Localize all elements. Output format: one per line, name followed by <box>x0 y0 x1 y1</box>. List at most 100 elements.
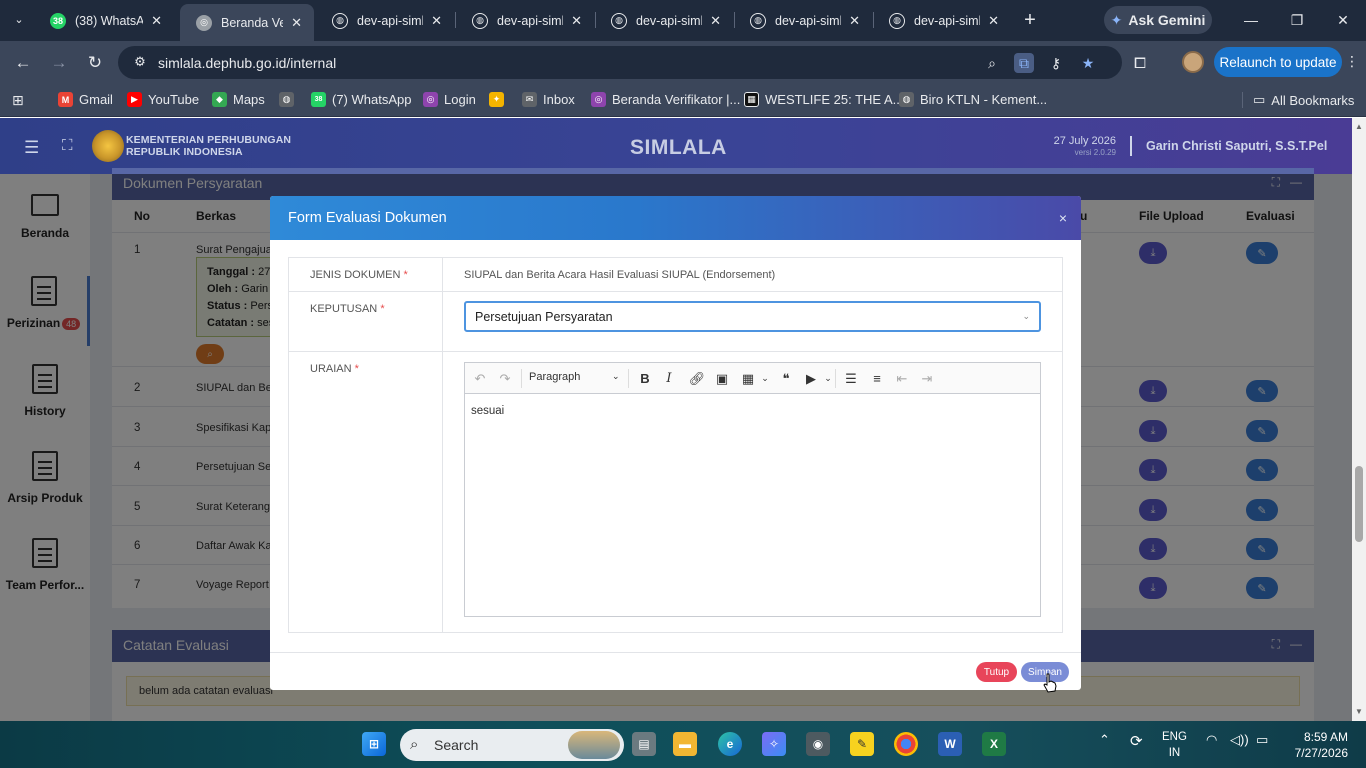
globe-icon: ◍ <box>472 12 488 29</box>
link-icon[interactable]: 🔗︎ <box>688 370 706 387</box>
keputusan-select[interactable]: Persetujuan Persyaratan ⌄ <box>464 301 1041 332</box>
back-arrow-icon[interactable]: ← <box>11 51 35 75</box>
globe-icon: ◍ <box>889 12 905 29</box>
all-bookmarks[interactable]: ▭ All Bookmarks <box>1242 92 1354 108</box>
modal-close-icon[interactable]: × <box>1059 210 1067 226</box>
task-view-icon[interactable]: ▤ <box>632 732 656 756</box>
minimize-icon[interactable]: — <box>1228 0 1274 40</box>
italic-icon[interactable]: I <box>660 370 678 387</box>
bookmark-star-icon[interactable]: ★ <box>1078 53 1098 73</box>
tab-beranda-verifikator[interactable]: ◎ Beranda Verifikator ✕ <box>180 4 314 41</box>
bookmark-globe[interactable]: ◍ <box>279 92 294 107</box>
keputusan-selected-value: Persetujuan Persyaratan <box>475 310 613 324</box>
media-embed-icon[interactable]: ▶ <box>802 370 820 387</box>
close-tab-icon[interactable]: ✕ <box>710 13 721 29</box>
outdent-icon[interactable]: ⇤ <box>893 370 911 387</box>
ask-gemini-label: Ask Gemini <box>1128 12 1206 28</box>
excel-icon[interactable]: X <box>982 732 1006 756</box>
uraian-rich-text-editor[interactable]: ↶ ↷ Paragraph ⌄ B I 🔗︎ ▣ ▦ ⌄ ❝ ▶ ⌄ ☰ ≡ ⇤… <box>464 362 1041 617</box>
tab-whatsapp[interactable]: 38 (38) WhatsApp ✕ <box>34 0 174 41</box>
input-language-indicator[interactable]: ENG IN <box>1162 729 1187 761</box>
close-tab-icon[interactable]: ✕ <box>291 15 302 31</box>
bookmark-whatsapp[interactable]: 38 (7) WhatsApp <box>311 92 411 107</box>
copilot-icon[interactable]: ✧ <box>762 732 786 756</box>
edge-browser-icon[interactable]: e <box>718 732 742 756</box>
bookmark-gmail[interactable]: M Gmail <box>58 92 113 107</box>
address-bar[interactable]: ⚙ simlala.dephub.go.id/internal ⌕ ⧉ ⚷ ★ <box>118 46 1122 79</box>
redo-icon[interactable]: ↷ <box>496 370 514 387</box>
paragraph-style-dropdown[interactable]: Paragraph <box>529 371 580 383</box>
hamburger-menu-icon[interactable]: ☰ <box>24 138 39 158</box>
password-key-icon[interactable]: ⚷ <box>1046 53 1066 73</box>
bookmark-westlife[interactable]: ▦ WESTLIFE 25: THE A... <box>744 92 903 107</box>
forward-arrow-icon[interactable]: → <box>47 51 71 75</box>
file-explorer-icon[interactable]: ▬ <box>673 732 697 756</box>
language-code: ENG <box>1162 731 1187 743</box>
system-clock[interactable]: 8:59 AM 7/27/2026 <box>1290 729 1348 761</box>
close-tab-icon[interactable]: ✕ <box>571 13 582 29</box>
tab-title: dev-api-simlala <box>357 13 423 28</box>
close-tab-icon[interactable]: ✕ <box>431 13 442 29</box>
globe-icon: ◍ <box>899 92 914 107</box>
close-tab-icon[interactable]: ✕ <box>849 13 860 29</box>
profile-avatar[interactable] <box>1182 51 1204 73</box>
bookmark-login[interactable]: ◎ Login <box>423 92 476 107</box>
show-hidden-icons-chevron-icon[interactable]: ⌃ <box>1099 732 1110 748</box>
sticky-notes-icon[interactable]: ✎ <box>850 732 874 756</box>
numbered-list-icon[interactable]: ≡ <box>868 370 886 387</box>
close-window-icon[interactable]: ✕ <box>1320 0 1366 40</box>
relaunch-to-update-button[interactable]: Relaunch to update <box>1214 47 1342 77</box>
tab-dev-api-3[interactable]: ◍ dev-api-simlala ✕ <box>595 0 733 41</box>
volume-icon[interactable]: ◁)) <box>1230 732 1249 748</box>
wifi-icon[interactable]: ◠ <box>1206 732 1217 748</box>
tab-dev-api-5[interactable]: ◍ dev-api-simlala ✕ <box>873 0 1011 41</box>
apps-grid-icon[interactable]: ⊞ <box>12 92 24 109</box>
sync-status-icon[interactable]: ⟳ <box>1130 732 1143 750</box>
extensions-puzzle-icon[interactable]: ⧠ <box>1128 51 1152 75</box>
table-icon[interactable]: ▦ <box>739 370 757 387</box>
tutup-button[interactable]: Tutup <box>976 662 1017 682</box>
bookmark-label: Gmail <box>79 92 113 107</box>
restore-icon[interactable]: ❐ <box>1274 0 1320 40</box>
site-info-icon[interactable]: ⚙ <box>132 54 148 70</box>
tab-dev-api-4[interactable]: ◍ dev-api-simlala ✕ <box>734 0 872 41</box>
page-scrollbar[interactable]: ▲ ▼ <box>1352 118 1366 721</box>
user-name[interactable]: Garin Christi Saputri, S.S.T.Pel <box>1146 139 1327 153</box>
indent-icon[interactable]: ⇥ <box>918 370 936 387</box>
undo-icon[interactable]: ↶ <box>471 370 489 387</box>
tab-search-chevron-icon[interactable]: ⌄ <box>8 8 30 30</box>
close-tab-icon[interactable]: ✕ <box>988 13 999 29</box>
scroll-down-icon[interactable]: ▼ <box>1354 707 1364 716</box>
reload-icon[interactable]: ↻ <box>83 51 107 75</box>
scroll-up-icon[interactable]: ▲ <box>1354 122 1364 131</box>
fullscreen-icon[interactable]: ⛶ <box>62 137 73 154</box>
word-icon[interactable]: W <box>938 732 962 756</box>
uraian-text[interactable]: sesuai <box>471 405 504 417</box>
bookmark-beranda-verifikator[interactable]: ◎ Beranda Verifikator |... <box>591 92 740 107</box>
bold-icon[interactable]: B <box>636 370 654 387</box>
ask-gemini-button[interactable]: ✦ Ask Gemini <box>1104 6 1212 34</box>
tab-dev-api-1[interactable]: ◍ dev-api-simlala ✕ <box>316 0 454 41</box>
globe-icon: ◍ <box>279 92 294 107</box>
cast-icon[interactable]: ⧉ <box>1014 53 1034 73</box>
bulleted-list-icon[interactable]: ☰ <box>842 370 860 387</box>
scrollbar-thumb[interactable] <box>1355 466 1363 542</box>
bookmark-biro-ktln[interactable]: ◍ Biro KTLN - Kement... <box>899 92 1047 107</box>
windows-start-icon[interactable]: ⊞ <box>362 732 386 756</box>
tab-dev-api-2[interactable]: ◍ dev-api-simlala ✕ <box>456 0 594 41</box>
camera-icon[interactable]: ◉ <box>806 732 830 756</box>
blockquote-icon[interactable]: ❝ <box>777 370 795 387</box>
zoom-search-icon[interactable]: ⌕ <box>982 53 1002 73</box>
insert-image-icon[interactable]: ▣ <box>713 370 731 387</box>
browser-menu-icon[interactable]: ⋮ <box>1345 53 1359 70</box>
battery-icon[interactable]: ▭ <box>1256 732 1268 748</box>
chrome-icon[interactable] <box>894 732 918 756</box>
bookmark-inbox[interactable]: ✉ Inbox <box>522 92 575 107</box>
bookmark-youtube[interactable]: ▶ YouTube <box>127 92 199 107</box>
bookmark-maps[interactable]: ◆ Maps <box>212 92 265 107</box>
chevron-down-icon[interactable]: ⌄ <box>756 370 774 387</box>
new-tab-plus-icon[interactable]: + <box>1018 8 1042 32</box>
bookmark-pinwheel[interactable]: ✦ <box>489 92 504 107</box>
close-tab-icon[interactable]: ✕ <box>151 13 162 29</box>
taskbar-search[interactable]: ⌕ Search <box>400 729 624 761</box>
